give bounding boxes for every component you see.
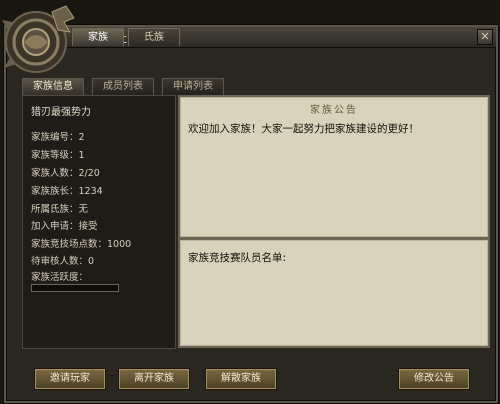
info-family-level: 家族等级：1 xyxy=(31,150,85,161)
notice-text: 欢迎加入家族！大家一起努力把家族建设的更好！ xyxy=(188,123,419,135)
activity-progress-bar xyxy=(31,284,119,292)
disband-family-button[interactable]: 解散家族 xyxy=(205,368,277,390)
family-name: 猎刃最强势力 xyxy=(31,107,91,118)
info-pending-count: 待审核人数：0 xyxy=(31,256,95,267)
info-join-request: 加入申请：接受 xyxy=(31,221,98,232)
info-clan: 所属氏族：无 xyxy=(31,204,89,215)
close-icon: ✕ xyxy=(480,30,490,43)
info-arena-points: 家族竞技场点数：1000 xyxy=(31,239,132,250)
tab-application-list[interactable]: 申请列表 xyxy=(162,78,224,95)
edit-notice-button[interactable]: 修改公告 xyxy=(398,368,470,390)
notice-header: 家族公告 xyxy=(310,105,358,116)
invite-player-button[interactable]: 邀请玩家 xyxy=(34,368,106,390)
close-button[interactable]: ✕ xyxy=(477,29,493,45)
info-activity-label: 家族活跃度： xyxy=(31,272,89,283)
team-panel: 家族竞技赛队员名单: xyxy=(178,238,490,348)
info-member-count: 家族人数：2/20 xyxy=(31,168,100,179)
team-title: 家族竞技赛队员名单: xyxy=(188,252,287,264)
notice-panel: 家族公告 欢迎加入家族！大家一起努力把家族建设的更好！ xyxy=(178,95,490,239)
tab-clan[interactable]: 氏族 xyxy=(128,28,180,46)
family-info-panel: 猎刃最强势力 家族编号：2 家族等级：1 家族人数：2/20 家族族长：1234… xyxy=(22,95,176,349)
leave-family-button[interactable]: 离开家族 xyxy=(118,368,190,390)
info-leader: 家族族长：1234 xyxy=(31,186,103,197)
info-family-id: 家族编号：2 xyxy=(31,132,85,143)
tab-member-list[interactable]: 成员列表 xyxy=(92,78,154,95)
dragon-emblem-icon xyxy=(2,5,75,73)
tab-family-info[interactable]: 家族信息 xyxy=(22,78,84,95)
